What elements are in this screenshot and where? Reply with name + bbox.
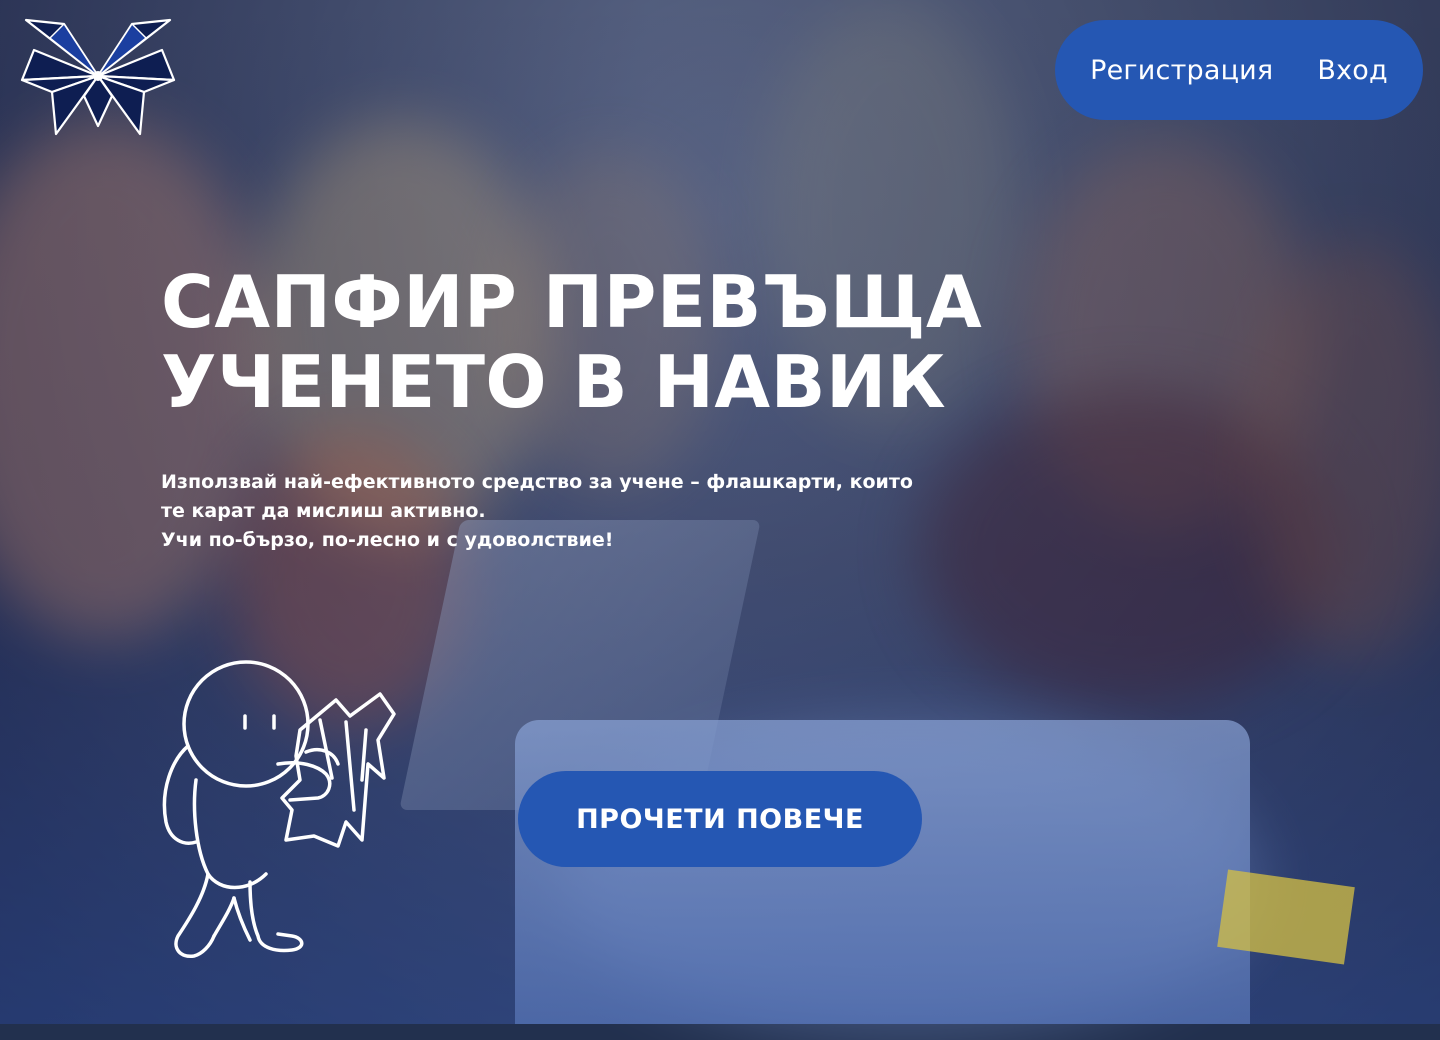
- hero-headline-line-2: УЧЕНЕТО В НАВИК: [161, 340, 947, 424]
- hero-subtitle-line-1: Използвай най-ефективното средство за уч…: [161, 471, 913, 493]
- sapphire-logo-icon[interactable]: [20, 16, 176, 138]
- hero-subtitle-line-2: те карат да мислиш активно.: [161, 500, 486, 522]
- auth-nav: Регистрация Вход: [1055, 20, 1423, 120]
- astronaut-mascot-icon: [162, 660, 396, 958]
- hero-headline-line-1: САПФИР ПРЕВЪЩА: [161, 260, 983, 344]
- register-link[interactable]: Регистрация: [1090, 55, 1273, 86]
- hero-subtitle-line-3: Учи по-бързо, по-лесно и с удоволствие!: [161, 529, 614, 551]
- hero-headline: САПФИР ПРЕВЪЩА УЧЕНЕТО В НАВИК: [161, 262, 1061, 422]
- photo-laptop-center: [515, 720, 1250, 1024]
- login-link[interactable]: Вход: [1317, 55, 1388, 86]
- read-more-button[interactable]: ПРОЧЕТИ ПОВЕЧЕ: [518, 771, 922, 867]
- hero-subtitle: Използвай най-ефективното средство за уч…: [161, 468, 961, 555]
